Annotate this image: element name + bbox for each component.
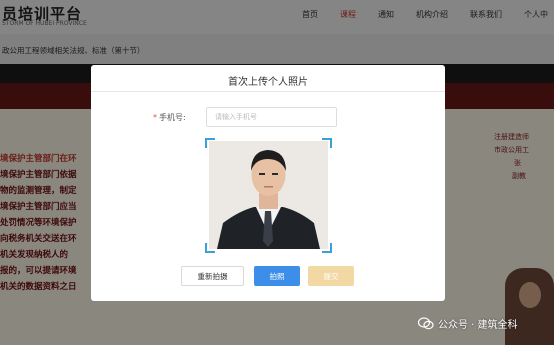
- camera-frame: [205, 138, 332, 253]
- phone-input[interactable]: [206, 107, 337, 127]
- take-photo-button[interactable]: 拍照: [254, 266, 300, 286]
- portrait-image: [209, 141, 328, 249]
- watermark: 公众号 · 建筑全科: [418, 316, 518, 331]
- retake-button[interactable]: 重新拍摄: [181, 266, 244, 286]
- dialog-title: 首次上传个人照片: [228, 77, 308, 88]
- watermark-text: 公众号 · 建筑全科: [438, 320, 518, 331]
- submit-button[interactable]: 提交: [308, 266, 354, 286]
- phone-label-text: 手机号:: [159, 113, 186, 122]
- captured-photo: [209, 141, 328, 249]
- required-mark: *: [153, 113, 157, 122]
- phone-label: * 手机号:: [153, 112, 186, 123]
- wechat-icon: [418, 317, 434, 330]
- dialog-divider: [91, 91, 445, 92]
- upload-photo-dialog: 首次上传个人照片 * 手机号: 请输入手机号 重新拍摄 拍照 提交: [91, 65, 445, 301]
